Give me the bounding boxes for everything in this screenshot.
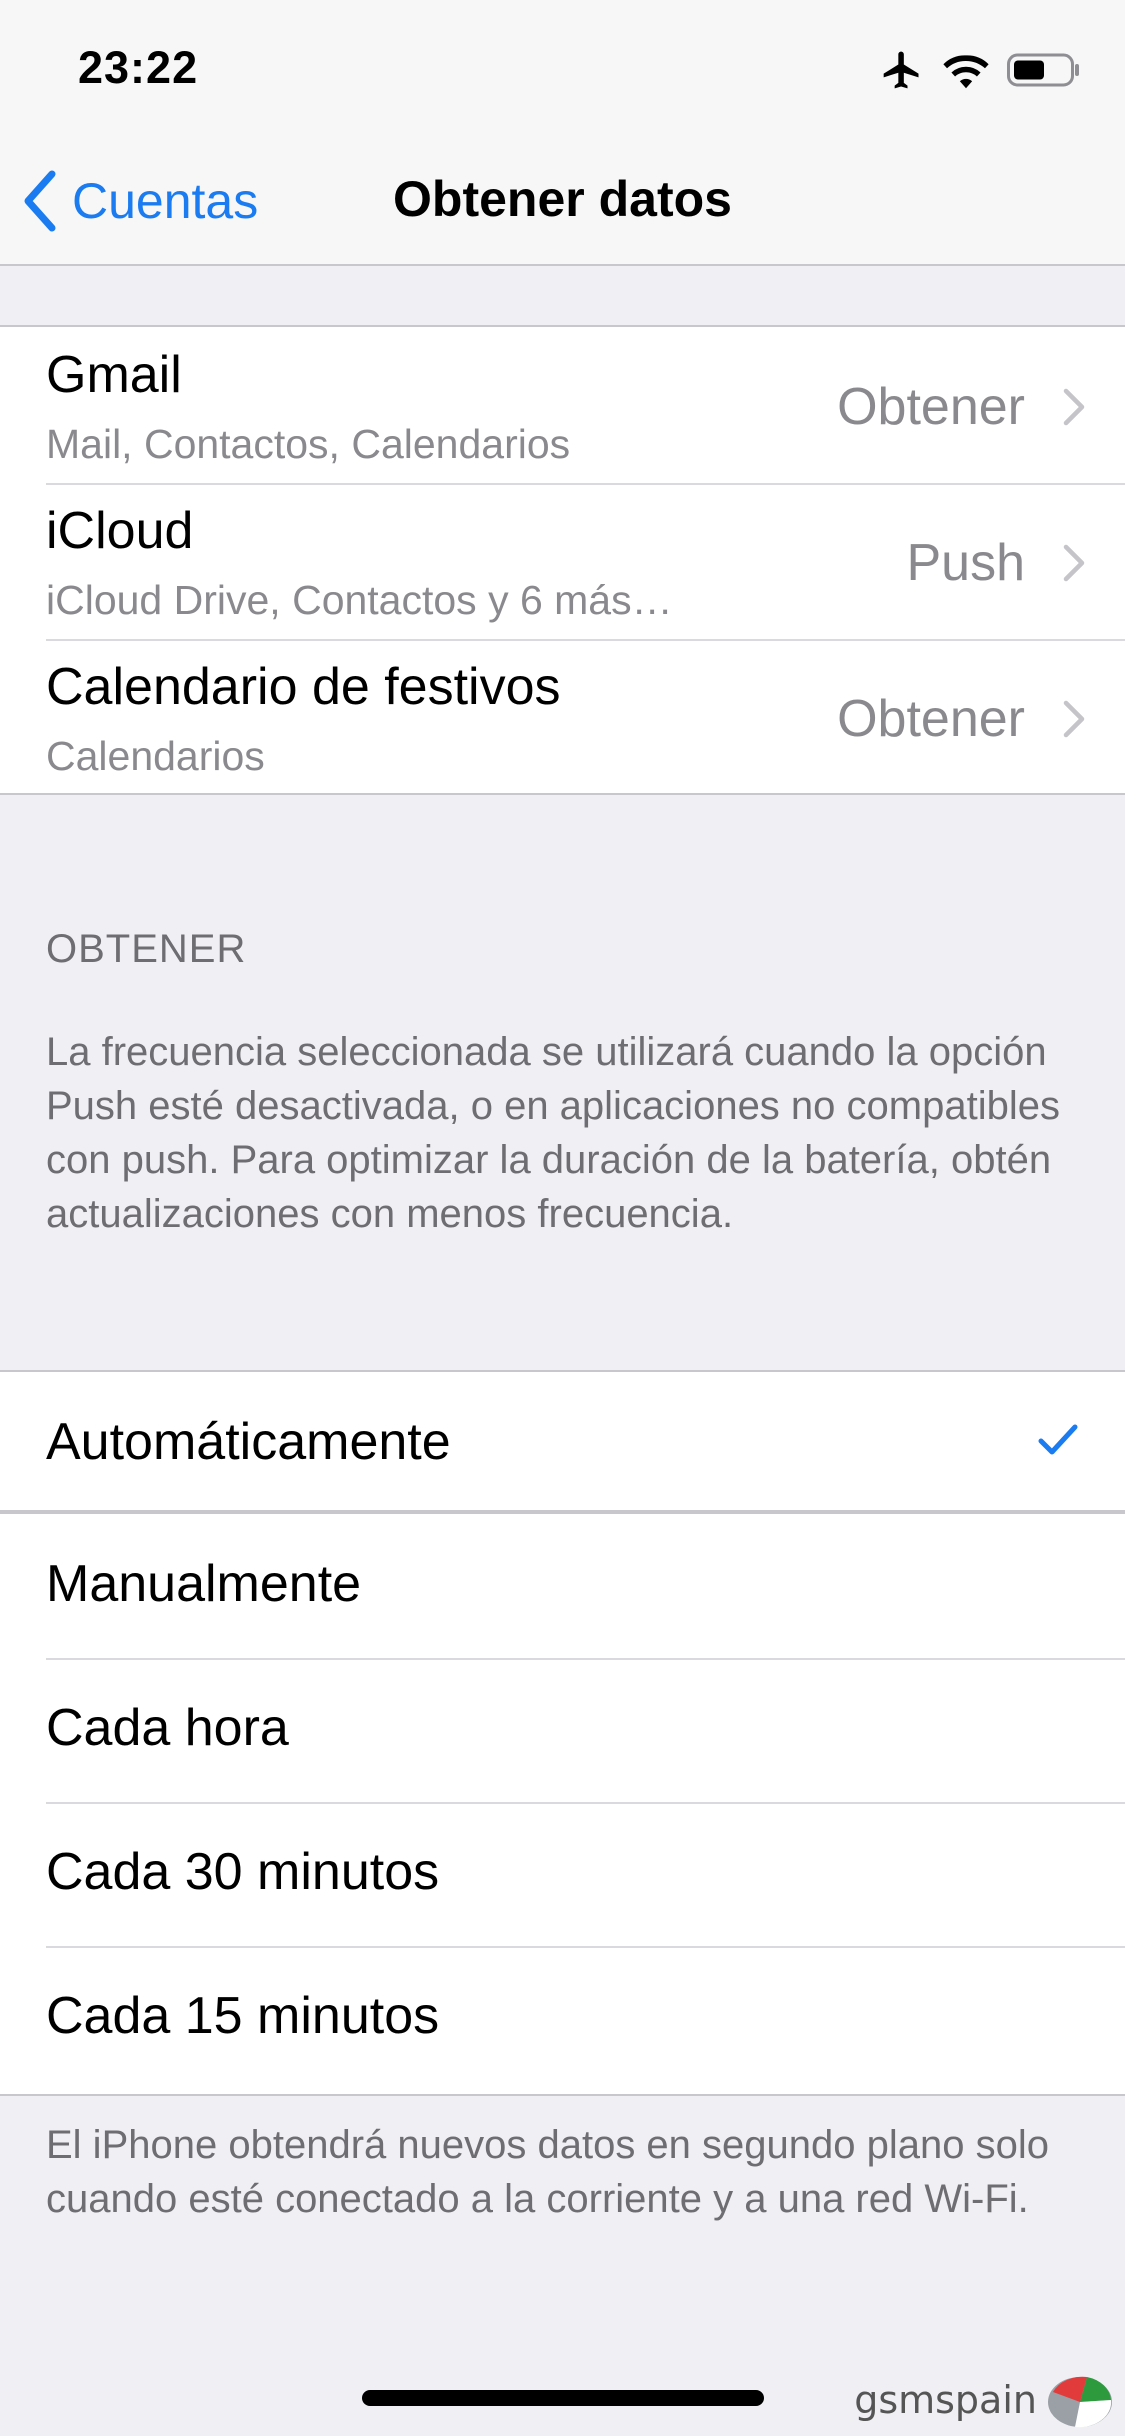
page-title: Obtener datos (393, 171, 732, 227)
account-row-gmail[interactable]: Gmail Mail, Contactos, Calendarios Obten… (0, 327, 1125, 483)
footer-note: El iPhone obtendrá nuevos datos en segun… (46, 2123, 1049, 2221)
airplane-icon (883, 51, 919, 89)
checkmark-icon (1038, 1424, 1078, 1455)
option-label: Manualmente (46, 1555, 362, 1613)
option-every-30-minutes[interactable]: Cada 30 minutos (0, 1802, 1125, 1946)
battery-icon (1007, 53, 1079, 87)
home-indicator[interactable] (362, 2390, 764, 2406)
section-header-fetch: OBTENER (46, 927, 247, 971)
account-name: Gmail (46, 346, 182, 404)
status-bar: 23:22 (0, 0, 1125, 140)
account-services: Calendarios (46, 733, 265, 779)
watermark-text: gsmspain (854, 2378, 1037, 2422)
option-hourly[interactable]: Cada hora (0, 1658, 1125, 1802)
section-description: La frecuencia seleccionada se utilizará … (46, 1030, 1060, 1236)
chevron-right-icon (1063, 544, 1085, 582)
option-label: Automáticamente (46, 1413, 451, 1471)
chevron-right-icon (1063, 700, 1085, 738)
account-fetch-mode: Obtener (837, 690, 1025, 748)
account-services: Mail, Contactos, Calendarios (46, 421, 571, 467)
account-fetch-mode: Push (906, 534, 1025, 592)
chevron-right-icon (1063, 388, 1085, 426)
fetch-frequency-list: Automáticamente Manualmente Cada hora Ca… (0, 1370, 1125, 2096)
account-name: iCloud (46, 502, 194, 560)
status-icons (879, 48, 1081, 92)
account-services: iCloud Drive, Contactos y 6 más… (46, 577, 673, 623)
account-row-holiday-calendar[interactable]: Calendario de festivos Calendarios Obten… (0, 639, 1125, 795)
option-automatic[interactable]: Automáticamente (0, 1372, 1125, 1514)
status-time: 23:22 (78, 42, 199, 93)
navigation-bar: Cuentas Obtener datos (0, 140, 1125, 266)
watermark-logo-icon (1048, 2376, 1112, 2428)
wifi-icon (943, 55, 989, 89)
account-fetch-mode: Obtener (837, 378, 1025, 436)
account-name: Calendario de festivos (46, 658, 561, 716)
option-label: Cada hora (46, 1699, 289, 1757)
option-label: Cada 15 minutos (46, 1987, 440, 2045)
account-row-icloud[interactable]: iCloud iCloud Drive, Contactos y 6 más… … (0, 483, 1125, 639)
option-every-15-minutes[interactable]: Cada 15 minutos (0, 1946, 1125, 2090)
option-manual[interactable]: Manualmente (0, 1514, 1125, 1658)
option-label: Cada 30 minutos (46, 1843, 440, 1901)
watermark: gsmspain (854, 2370, 1115, 2430)
accounts-list: Gmail Mail, Contactos, Calendarios Obten… (0, 325, 1125, 795)
